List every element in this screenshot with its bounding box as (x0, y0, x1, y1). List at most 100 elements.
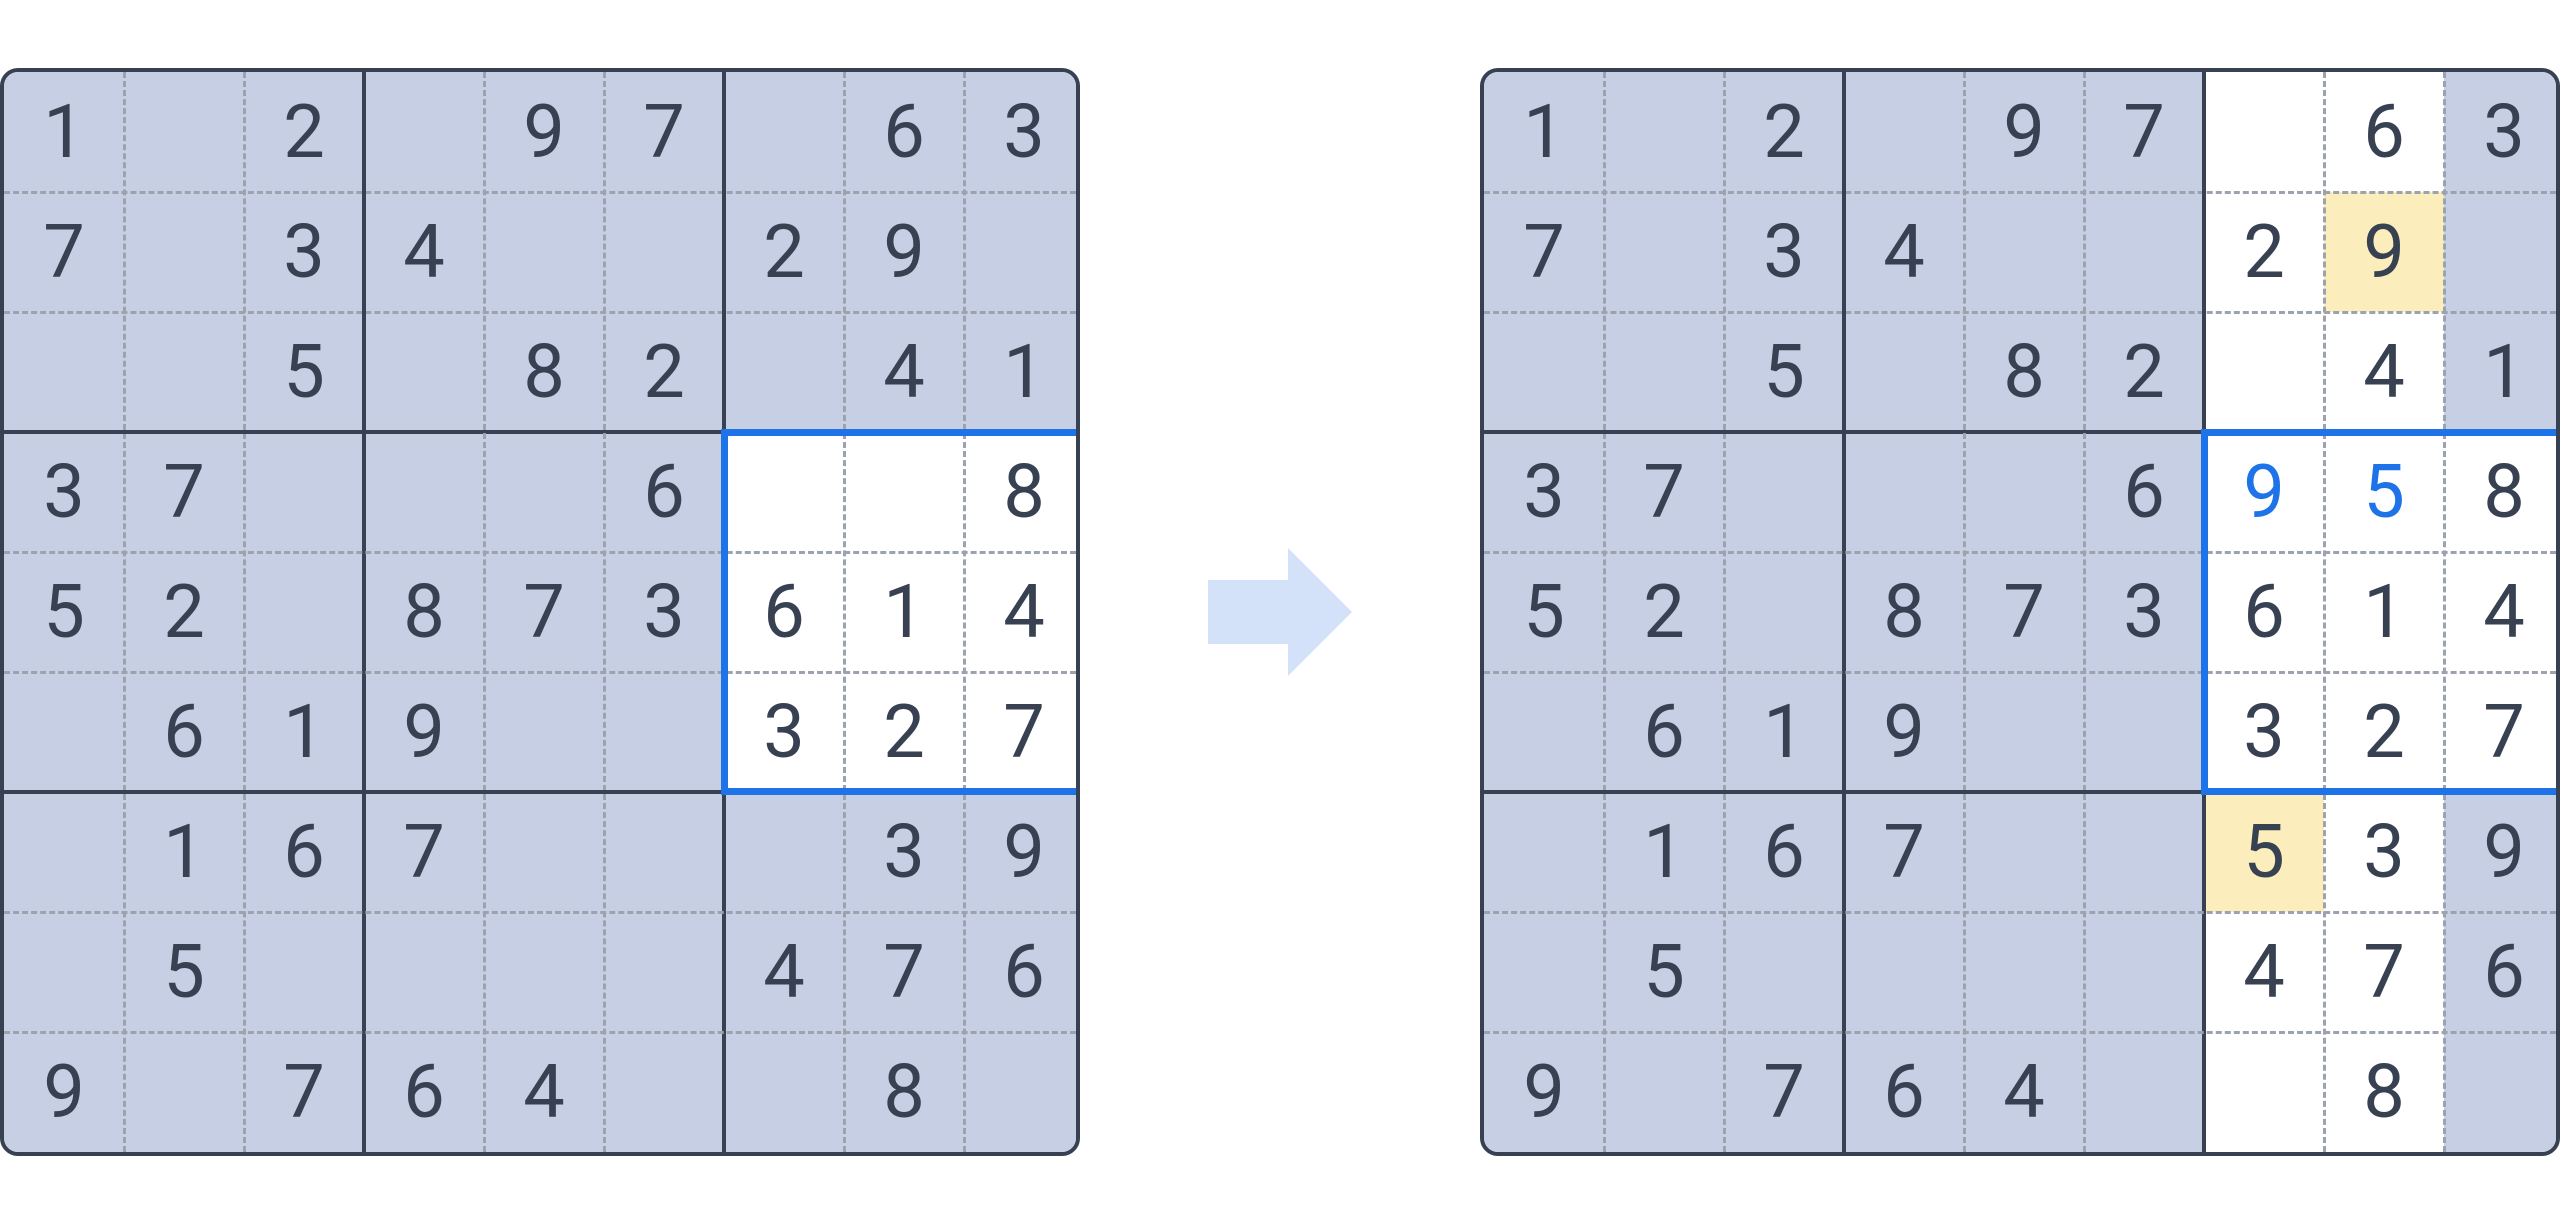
right_board-cell-r4-c8[interactable]: 4 (2444, 552, 2560, 672)
left_board-cell-r6-c3[interactable]: 7 (364, 792, 484, 912)
left_board-cell-r5-c4[interactable] (484, 672, 604, 792)
left_board-cell-r2-c0[interactable] (4, 312, 124, 432)
right_board-cell-r3-c0[interactable]: 3 (1484, 432, 1604, 552)
right_board-cell-r1-c5[interactable] (2084, 192, 2204, 312)
right_board-cell-r7-c3[interactable] (1844, 912, 1964, 1032)
right_board-cell-r4-c5[interactable]: 3 (2084, 552, 2204, 672)
left_board-cell-r4-c7[interactable]: 1 (844, 552, 964, 672)
right_board-cell-r7-c4[interactable] (1964, 912, 2084, 1032)
left_board-cell-r1-c1[interactable] (124, 192, 244, 312)
right_board-cell-r5-c2[interactable]: 1 (1724, 672, 1844, 792)
right_board-cell-r2-c7[interactable]: 4 (2324, 312, 2444, 432)
right_board-cell-r2-c5[interactable]: 2 (2084, 312, 2204, 432)
left_board-cell-r7-c7[interactable]: 7 (844, 912, 964, 1032)
right_board-cell-r0-c5[interactable]: 7 (2084, 72, 2204, 192)
left_board-cell-r6-c1[interactable]: 1 (124, 792, 244, 912)
left_board-cell-r4-c2[interactable] (244, 552, 364, 672)
left_board-cell-r4-c3[interactable]: 8 (364, 552, 484, 672)
left_board-cell-r8-c2[interactable]: 7 (244, 1032, 364, 1152)
left_board-cell-r3-c1[interactable]: 7 (124, 432, 244, 552)
right_board-cell-r4-c4[interactable]: 7 (1964, 552, 2084, 672)
right_board-cell-r2-c1[interactable] (1604, 312, 1724, 432)
right_board-cell-r3-c3[interactable] (1844, 432, 1964, 552)
right_board-cell-r8-c3[interactable]: 6 (1844, 1032, 1964, 1152)
left_board-cell-r5-c1[interactable]: 6 (124, 672, 244, 792)
left_board-cell-r5-c7[interactable]: 2 (844, 672, 964, 792)
left_board-cell-r6-c2[interactable]: 6 (244, 792, 364, 912)
right_board-cell-r0-c0[interactable]: 1 (1484, 72, 1604, 192)
right_board-cell-r0-c6[interactable] (2204, 72, 2324, 192)
left_board-cell-r4-c6[interactable]: 6 (724, 552, 844, 672)
left_board-cell-r7-c2[interactable] (244, 912, 364, 1032)
right_board-cell-r4-c2[interactable] (1724, 552, 1844, 672)
left_board-cell-r3-c5[interactable]: 6 (604, 432, 724, 552)
left_board-cell-r2-c8[interactable]: 1 (964, 312, 1080, 432)
left_board-cell-r7-c0[interactable] (4, 912, 124, 1032)
right_board-cell-r3-c5[interactable]: 6 (2084, 432, 2204, 552)
right_board-cell-r8-c2[interactable]: 7 (1724, 1032, 1844, 1152)
left_board-cell-r0-c6[interactable] (724, 72, 844, 192)
left_board-cell-r5-c6[interactable]: 3 (724, 672, 844, 792)
right_board-cell-r1-c7[interactable]: 9 (2324, 192, 2444, 312)
right_board-cell-r1-c6[interactable]: 2 (2204, 192, 2324, 312)
right_board-cell-r2-c8[interactable]: 1 (2444, 312, 2560, 432)
right_board-cell-r3-c7[interactable]: 5 (2324, 432, 2444, 552)
right_board-cell-r4-c0[interactable]: 5 (1484, 552, 1604, 672)
right_board-cell-r2-c4[interactable]: 8 (1964, 312, 2084, 432)
right_board-cell-r1-c0[interactable]: 7 (1484, 192, 1604, 312)
left_board-cell-r0-c5[interactable]: 7 (604, 72, 724, 192)
right_board-cell-r0-c2[interactable]: 2 (1724, 72, 1844, 192)
left_board-cell-r3-c0[interactable]: 3 (4, 432, 124, 552)
left_board-cell-r7-c8[interactable]: 6 (964, 912, 1080, 1032)
right_board-cell-r0-c3[interactable] (1844, 72, 1964, 192)
right_board-cell-r0-c8[interactable]: 3 (2444, 72, 2560, 192)
left_board-cell-r0-c2[interactable]: 2 (244, 72, 364, 192)
right_board-cell-r3-c8[interactable]: 8 (2444, 432, 2560, 552)
left_board-cell-r3-c2[interactable] (244, 432, 364, 552)
right_board-cell-r5-c0[interactable] (1484, 672, 1604, 792)
right_board-cell-r6-c7[interactable]: 3 (2324, 792, 2444, 912)
right_board-cell-r1-c3[interactable]: 4 (1844, 192, 1964, 312)
left_board-cell-r5-c8[interactable]: 7 (964, 672, 1080, 792)
left_board-cell-r1-c3[interactable]: 4 (364, 192, 484, 312)
right_board-cell-r6-c0[interactable] (1484, 792, 1604, 912)
left_board-cell-r0-c4[interactable]: 9 (484, 72, 604, 192)
left_board-cell-r1-c8[interactable] (964, 192, 1080, 312)
left_board-cell-r8-c5[interactable] (604, 1032, 724, 1152)
left_board-cell-r3-c6[interactable] (724, 432, 844, 552)
right_board-cell-r6-c1[interactable]: 1 (1604, 792, 1724, 912)
right_board-cell-r2-c0[interactable] (1484, 312, 1604, 432)
right_board-cell-r3-c1[interactable]: 7 (1604, 432, 1724, 552)
left_board-cell-r4-c4[interactable]: 7 (484, 552, 604, 672)
right_board-cell-r5-c6[interactable]: 3 (2204, 672, 2324, 792)
right_board-cell-r1-c4[interactable] (1964, 192, 2084, 312)
right_board-cell-r7-c6[interactable]: 4 (2204, 912, 2324, 1032)
left_board-cell-r1-c6[interactable]: 2 (724, 192, 844, 312)
right_board-cell-r7-c1[interactable]: 5 (1604, 912, 1724, 1032)
right_board-cell-r4-c6[interactable]: 6 (2204, 552, 2324, 672)
right_board-cell-r8-c1[interactable] (1604, 1032, 1724, 1152)
left_board-cell-r7-c1[interactable]: 5 (124, 912, 244, 1032)
right_board-cell-r6-c4[interactable] (1964, 792, 2084, 912)
left_board-cell-r2-c4[interactable]: 8 (484, 312, 604, 432)
left_board-cell-r8-c0[interactable]: 9 (4, 1032, 124, 1152)
left_board-cell-r0-c0[interactable]: 1 (4, 72, 124, 192)
right_board-cell-r8-c4[interactable]: 4 (1964, 1032, 2084, 1152)
left_board-cell-r2-c5[interactable]: 2 (604, 312, 724, 432)
left_board-cell-r6-c8[interactable]: 9 (964, 792, 1080, 912)
left_board-cell-r1-c2[interactable]: 3 (244, 192, 364, 312)
left_board-cell-r7-c3[interactable] (364, 912, 484, 1032)
right_board-cell-r5-c8[interactable]: 7 (2444, 672, 2560, 792)
left_board-cell-r6-c4[interactable] (484, 792, 604, 912)
right_board-cell-r1-c8[interactable] (2444, 192, 2560, 312)
right_board-cell-r6-c5[interactable] (2084, 792, 2204, 912)
right_board-cell-r6-c6[interactable]: 5 (2204, 792, 2324, 912)
right_board-cell-r4-c7[interactable]: 1 (2324, 552, 2444, 672)
left_board-cell-r3-c4[interactable] (484, 432, 604, 552)
left_board-cell-r5-c5[interactable] (604, 672, 724, 792)
left_board-cell-r4-c0[interactable]: 5 (4, 552, 124, 672)
right_board-cell-r6-c2[interactable]: 6 (1724, 792, 1844, 912)
right_board-cell-r6-c8[interactable]: 9 (2444, 792, 2560, 912)
left_board-cell-r6-c0[interactable] (4, 792, 124, 912)
right_board-cell-r8-c8[interactable] (2444, 1032, 2560, 1152)
